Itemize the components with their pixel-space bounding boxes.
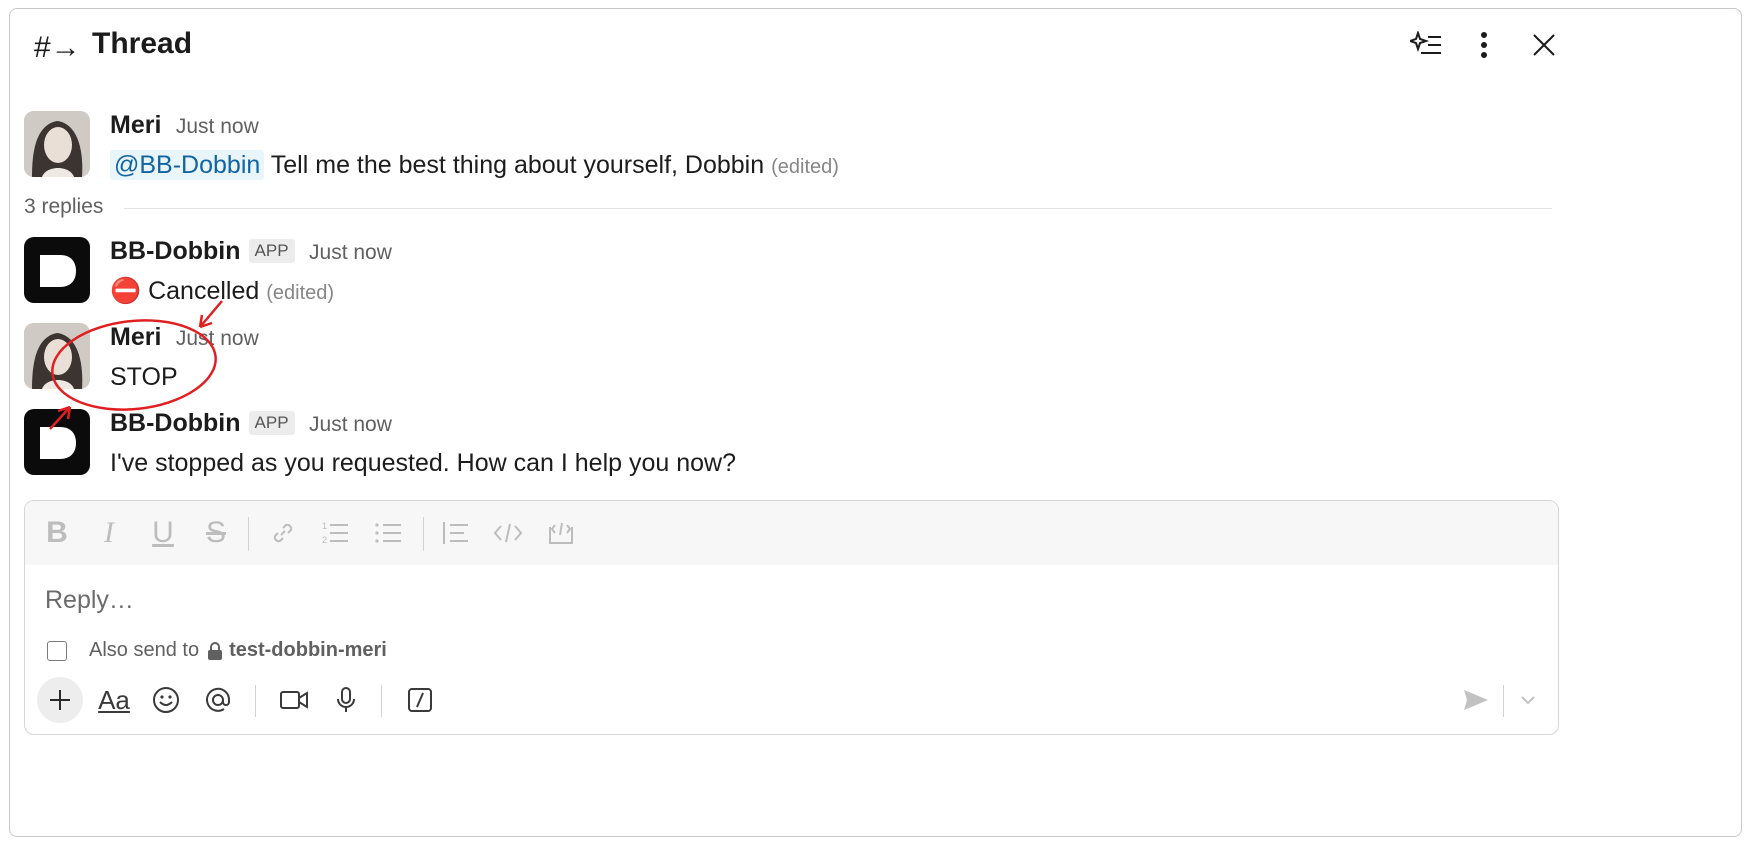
text-format-icon: Aa: [98, 684, 130, 715]
italic-icon: I: [104, 516, 114, 549]
send-icon: [1464, 690, 1488, 710]
mention-button[interactable]: [195, 677, 241, 723]
annotation-arrow: [49, 405, 72, 430]
reply-input[interactable]: [43, 579, 1527, 621]
send-options-button[interactable]: [1505, 677, 1551, 723]
also-send-checkbox[interactable]: [47, 640, 67, 661]
bold-button[interactable]: B: [39, 515, 75, 551]
attach-button[interactable]: [37, 677, 83, 723]
underline-button[interactable]: U: [145, 515, 181, 551]
lock-icon: [208, 641, 223, 660]
chevron-down-icon: [1521, 696, 1535, 705]
also-send-label: Also send to: [89, 639, 200, 661]
bulleted-list-button[interactable]: [370, 515, 406, 551]
strikethrough-icon: S: [205, 516, 226, 549]
also-send-row: Also send to test-dobbin-meri: [47, 639, 387, 662]
bold-icon: B: [46, 516, 68, 549]
toolbar-divider: [248, 517, 249, 551]
emoji-button[interactable]: [143, 677, 189, 723]
bulleted-list-icon: [375, 523, 401, 543]
channel-name[interactable]: test-dobbin-meri: [229, 639, 387, 662]
blockquote-icon: [443, 522, 468, 544]
code-button[interactable]: [490, 515, 526, 551]
link-icon: [273, 523, 293, 543]
underline-icon: U: [152, 516, 174, 549]
ordered-list-icon: 12: [322, 521, 348, 545]
toolbar-divider: [255, 685, 256, 717]
video-button[interactable]: [271, 677, 317, 723]
send-button[interactable]: [1453, 677, 1499, 723]
code-block-button[interactable]: [543, 515, 579, 551]
toolbar-divider: [423, 517, 424, 551]
italic-button[interactable]: I: [91, 515, 127, 551]
thread-panel: #→ Thread Meri Just now @BB-Dobbin Tell …: [9, 8, 1742, 837]
toolbar-divider: [1503, 685, 1504, 717]
code-block-icon: [549, 522, 573, 544]
annotation-circle: [51, 319, 217, 411]
plus-icon: [50, 690, 70, 710]
toolbar-divider: [381, 685, 382, 717]
strikethrough-button[interactable]: S: [198, 515, 234, 551]
microphone-icon: [337, 687, 355, 712]
slash-command-button[interactable]: [397, 677, 443, 723]
svg-text:2: 2: [322, 535, 327, 545]
link-button[interactable]: [265, 515, 301, 551]
slash-command-icon: [408, 688, 432, 712]
formatting-toolbar: B I U S 12: [25, 501, 1558, 565]
text-format-button[interactable]: Aa: [91, 677, 137, 723]
code-icon: [493, 523, 523, 543]
emoji-icon: [153, 687, 179, 713]
mention-icon: [206, 687, 231, 712]
annotation-arrow: [198, 300, 223, 329]
microphone-button[interactable]: [323, 677, 369, 723]
reply-composer: B I U S 12 Reply… Also send to test-dobb…: [24, 500, 1559, 735]
blockquote-button[interactable]: [437, 515, 473, 551]
video-icon: [280, 691, 308, 709]
svg-text:1: 1: [322, 521, 327, 531]
ordered-list-button[interactable]: 12: [317, 515, 353, 551]
